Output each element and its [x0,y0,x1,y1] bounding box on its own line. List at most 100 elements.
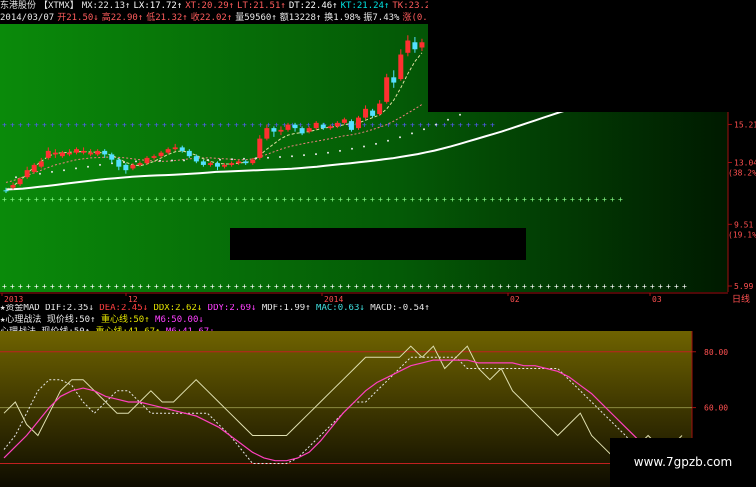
level-marker: + [394,195,399,204]
trend-dot [387,139,389,142]
indicator-field: MACD:-0.54↑ [370,303,430,313]
level-marker: + [306,195,311,204]
level-marker: + [234,120,239,129]
level-marker: + [554,195,559,204]
level-marker: + [330,282,335,291]
candle-down [102,150,108,155]
level-marker: + [58,120,63,129]
level-marker: + [442,282,447,291]
level-marker: + [34,195,39,204]
candle-up [130,164,136,169]
level-marker: + [194,120,199,129]
level-marker: + [602,195,607,204]
level-marker: + [146,195,151,204]
trend-dot [267,156,269,159]
price-tick-percent: (19.1%) [728,230,756,239]
level-marker: + [50,120,55,129]
trend-dot [39,172,41,175]
trend-dot [231,158,233,161]
candle-up [285,124,291,130]
level-marker: + [114,195,119,204]
level-marker: + [2,120,7,129]
level-marker: + [458,195,463,204]
candle-down [215,163,220,167]
level-marker: + [482,282,487,291]
level-marker: + [530,195,535,204]
redacted-block-middle [230,228,526,260]
candle-down [116,159,122,167]
candle-down [179,147,185,151]
level-marker: + [106,120,111,129]
redacted-block-top [428,0,756,112]
indicator-header-row: 东港股份 【XTMX】 MX:22.13↑ LX:17.72↑ XT:20.29↑ LT:… [0,0,428,12]
indicator-value: TK:23.29↑ [392,1,428,11]
level-marker: + [274,282,279,291]
price-tick-label: 13.04 [734,158,756,167]
candle-up [45,150,51,158]
candle-down [109,154,115,160]
level-marker: + [370,195,375,204]
indicator-value: MX:22.13↑ [81,1,131,11]
level-marker: + [154,282,159,291]
level-marker: + [290,282,295,291]
level-marker: + [498,282,503,291]
trend-dot [435,123,437,126]
level-marker: + [82,120,87,129]
level-marker: + [26,195,31,204]
candle-up [398,54,404,80]
level-marker: + [530,282,535,291]
trend-dot [171,159,173,162]
level-marker: + [298,195,303,204]
level-marker: + [490,195,495,204]
trend-dot [159,159,161,162]
level-marker: + [362,195,367,204]
quote-value: 额13228↑ [279,13,322,23]
level-marker: + [202,195,207,204]
level-marker: + [122,120,127,129]
level-marker: + [74,120,79,129]
candle-up [334,122,340,127]
level-marker: + [178,195,183,204]
level-marker: + [162,282,167,291]
level-marker: + [618,195,623,204]
candle-up [88,152,94,155]
level-marker: + [394,282,399,291]
level-marker: + [682,282,687,291]
level-marker: + [66,282,71,291]
level-marker: + [202,120,207,129]
time-tick-label: 12 [128,295,138,304]
candle-up [327,126,333,129]
level-marker: + [122,195,127,204]
candle-up [172,147,178,150]
level-marker: + [442,195,447,204]
candle-up [278,129,284,132]
oscillator-tick-label: 80.00 [704,348,728,357]
indicator-value: LX:17.72↑ [133,1,183,11]
trend-dot [363,145,365,148]
quote-header-row: 2014/03/07 开21.50↓ 高22.90↑ 低21.32↑ 收22.02↑ 量5… [0,12,428,24]
level-marker: + [506,195,511,204]
candle-up [10,185,16,188]
level-marker: + [282,282,287,291]
level-marker: + [570,195,575,204]
level-marker: + [314,195,319,204]
price-tick-label: 15.21 [734,120,756,129]
trend-dot [327,151,329,154]
price-tick-percent: (38.2%) [728,168,756,177]
period-label: 日线 [732,293,750,304]
level-marker: + [466,120,471,129]
level-marker: + [418,195,423,204]
trend-dot [291,155,293,158]
trend-dot [255,157,257,160]
level-marker: + [90,282,95,291]
level-marker: + [26,120,31,129]
candle-down [370,110,376,116]
level-marker: + [114,120,119,129]
level-marker: + [98,120,103,129]
level-marker: + [474,120,479,129]
candle-up [405,40,411,53]
candle-down [391,77,397,83]
trend-dot [99,163,101,166]
level-marker: + [354,195,359,204]
level-marker: + [402,195,407,204]
